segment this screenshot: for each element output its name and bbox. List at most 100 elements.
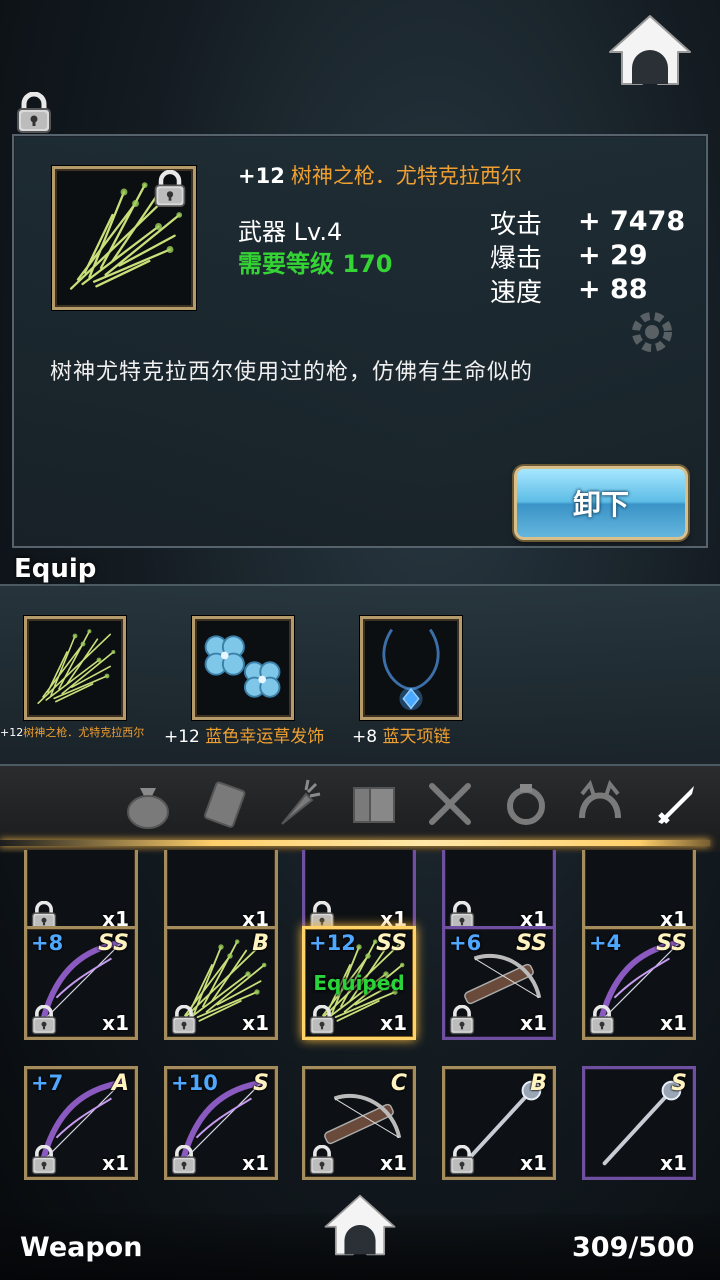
home-button-top[interactable] bbox=[606, 12, 694, 88]
tab-underline bbox=[0, 840, 710, 846]
equip-slot-weapon-label: +12树神之枪．尤特克拉西尔 bbox=[0, 724, 144, 740]
item-rank: C bbox=[390, 1071, 407, 1096]
item-quantity: x1 bbox=[660, 1011, 687, 1035]
headband-icon bbox=[579, 779, 621, 819]
item-plus: +6 bbox=[449, 931, 482, 955]
item-rank: SS bbox=[656, 931, 687, 956]
scroll-icon bbox=[203, 781, 246, 828]
lock-toggle-button[interactable] bbox=[14, 92, 54, 134]
equip-slot-plus: +8 bbox=[352, 727, 378, 747]
tab-headband[interactable] bbox=[572, 776, 628, 832]
lock-icon bbox=[14, 92, 54, 134]
tab-scroll[interactable] bbox=[198, 776, 254, 832]
item-quantity: x1 bbox=[520, 1151, 547, 1175]
equip-slot-name: 蓝色幸运草发饰 bbox=[205, 727, 325, 747]
inventory-slot[interactable]: +4 SS x1 bbox=[582, 926, 696, 1040]
item-rank: B bbox=[252, 931, 269, 956]
lock-icon bbox=[587, 1005, 617, 1035]
inventory-slot[interactable]: C x1 bbox=[302, 1066, 416, 1180]
stat-value-attack: + 7478 bbox=[578, 206, 686, 237]
tab-food[interactable] bbox=[270, 776, 326, 832]
spear-icon bbox=[27, 619, 123, 717]
tab-book[interactable] bbox=[346, 776, 402, 832]
inventory-grid: x1 x1 x1 x1 x1 +8 SS x1 B x1 +12 SS Equi… bbox=[0, 850, 720, 1190]
equip-slot-hair-label: +12 蓝色幸运草发饰 bbox=[164, 722, 324, 747]
ring-icon bbox=[507, 784, 545, 825]
equip-slot-weapon[interactable] bbox=[24, 616, 126, 720]
item-description: 树神尤特克拉西尔使用过的枪，仿佛有生命似的 bbox=[50, 360, 534, 385]
item-quantity: x1 bbox=[520, 1011, 547, 1035]
inventory-slot[interactable]: B x1 bbox=[442, 1066, 556, 1180]
lock-icon bbox=[447, 1005, 477, 1035]
item-quantity: x1 bbox=[102, 1011, 129, 1035]
item-plus: +8 bbox=[31, 931, 64, 955]
category-label: Weapon bbox=[20, 1232, 143, 1263]
item-rank: S bbox=[671, 1071, 687, 1096]
item-plus: +12 bbox=[309, 931, 356, 955]
equip-slot-necklace-label: +8 蓝天项链 bbox=[352, 722, 450, 747]
stat-value-speed: + 88 bbox=[578, 274, 648, 305]
home-button-bottom[interactable] bbox=[322, 1192, 398, 1258]
item-rank: SS bbox=[516, 931, 547, 956]
item-quantity: x1 bbox=[380, 1151, 407, 1175]
item-quantity: x1 bbox=[242, 1011, 269, 1035]
equip-title: Equip bbox=[14, 554, 97, 584]
book-icon bbox=[353, 787, 395, 823]
item-required-level: 需要等级 170 bbox=[238, 250, 393, 278]
tab-ring[interactable] bbox=[498, 776, 554, 832]
inventory-slot[interactable]: x1 bbox=[164, 850, 278, 936]
inventory-slot-selected[interactable]: +12 SS Equiped x1 bbox=[302, 926, 416, 1040]
inventory-slot[interactable]: +10 S x1 bbox=[164, 1066, 278, 1180]
item-plus: +4 bbox=[589, 931, 622, 955]
carrot-icon bbox=[281, 779, 321, 825]
tab-bag[interactable] bbox=[120, 776, 176, 832]
stat-label-attack: 攻击 bbox=[490, 210, 543, 240]
equiped-status: Equiped bbox=[313, 971, 405, 995]
inventory-slot[interactable]: +7 A x1 bbox=[24, 1066, 138, 1180]
item-lock-badge[interactable] bbox=[152, 170, 188, 208]
lock-icon bbox=[307, 1005, 337, 1035]
equip-slot-name: 蓝天项链 bbox=[382, 727, 451, 747]
lock-icon bbox=[169, 1145, 199, 1175]
item-quantity: x1 bbox=[102, 1151, 129, 1175]
inventory-slot[interactable]: +6 SS x1 bbox=[442, 926, 556, 1040]
tab-weapon[interactable] bbox=[648, 776, 704, 832]
inventory-slot[interactable]: +8 SS x1 bbox=[24, 926, 138, 1040]
item-plus: +7 bbox=[31, 1071, 64, 1095]
item-title: +12 树神之枪．尤特克拉西尔 bbox=[238, 160, 522, 190]
stat-label-speed: 速度 bbox=[490, 278, 543, 308]
inventory-slot[interactable]: S x1 bbox=[582, 1066, 696, 1180]
item-rank: SS bbox=[376, 931, 407, 956]
equip-slot-name: 树神之枪．尤特克拉西尔 bbox=[23, 726, 145, 739]
inventory-count: 309/500 bbox=[572, 1232, 695, 1263]
gear-icon bbox=[622, 302, 682, 362]
clover-hairpin-icon bbox=[195, 619, 291, 717]
item-name: 树神之枪．尤特克拉西尔 bbox=[290, 164, 522, 188]
inventory-slot[interactable]: x1 bbox=[24, 850, 138, 936]
home-icon bbox=[322, 1192, 398, 1258]
unequip-button[interactable]: 卸下 bbox=[514, 466, 688, 540]
sword-icon bbox=[658, 786, 694, 824]
lock-icon bbox=[307, 1145, 337, 1175]
item-rank: B bbox=[530, 1071, 547, 1096]
item-rank: S bbox=[253, 1071, 269, 1096]
item-rank: SS bbox=[98, 931, 129, 956]
home-icon bbox=[606, 12, 694, 88]
lock-icon bbox=[169, 1005, 199, 1035]
lock-icon bbox=[447, 1145, 477, 1175]
item-quantity: x1 bbox=[380, 1011, 407, 1035]
inventory-slot[interactable]: x1 bbox=[582, 850, 696, 936]
bag-icon bbox=[127, 788, 169, 829]
inventory-slot[interactable]: x1 bbox=[442, 850, 556, 936]
inventory-slot[interactable]: B x1 bbox=[164, 926, 278, 1040]
necklace-icon bbox=[363, 619, 459, 717]
tab-cooking[interactable] bbox=[422, 776, 478, 832]
item-type-level: 武器 Lv.4 bbox=[238, 218, 343, 246]
stat-value-crit: + 29 bbox=[578, 240, 648, 271]
equip-slot-necklace[interactable] bbox=[360, 616, 462, 720]
item-quantity: x1 bbox=[660, 1151, 687, 1175]
equip-slot-hair[interactable] bbox=[192, 616, 294, 720]
item-rank: A bbox=[111, 1071, 129, 1096]
inventory-slot[interactable]: x1 bbox=[302, 850, 416, 936]
item-plus: +12 bbox=[238, 164, 285, 188]
